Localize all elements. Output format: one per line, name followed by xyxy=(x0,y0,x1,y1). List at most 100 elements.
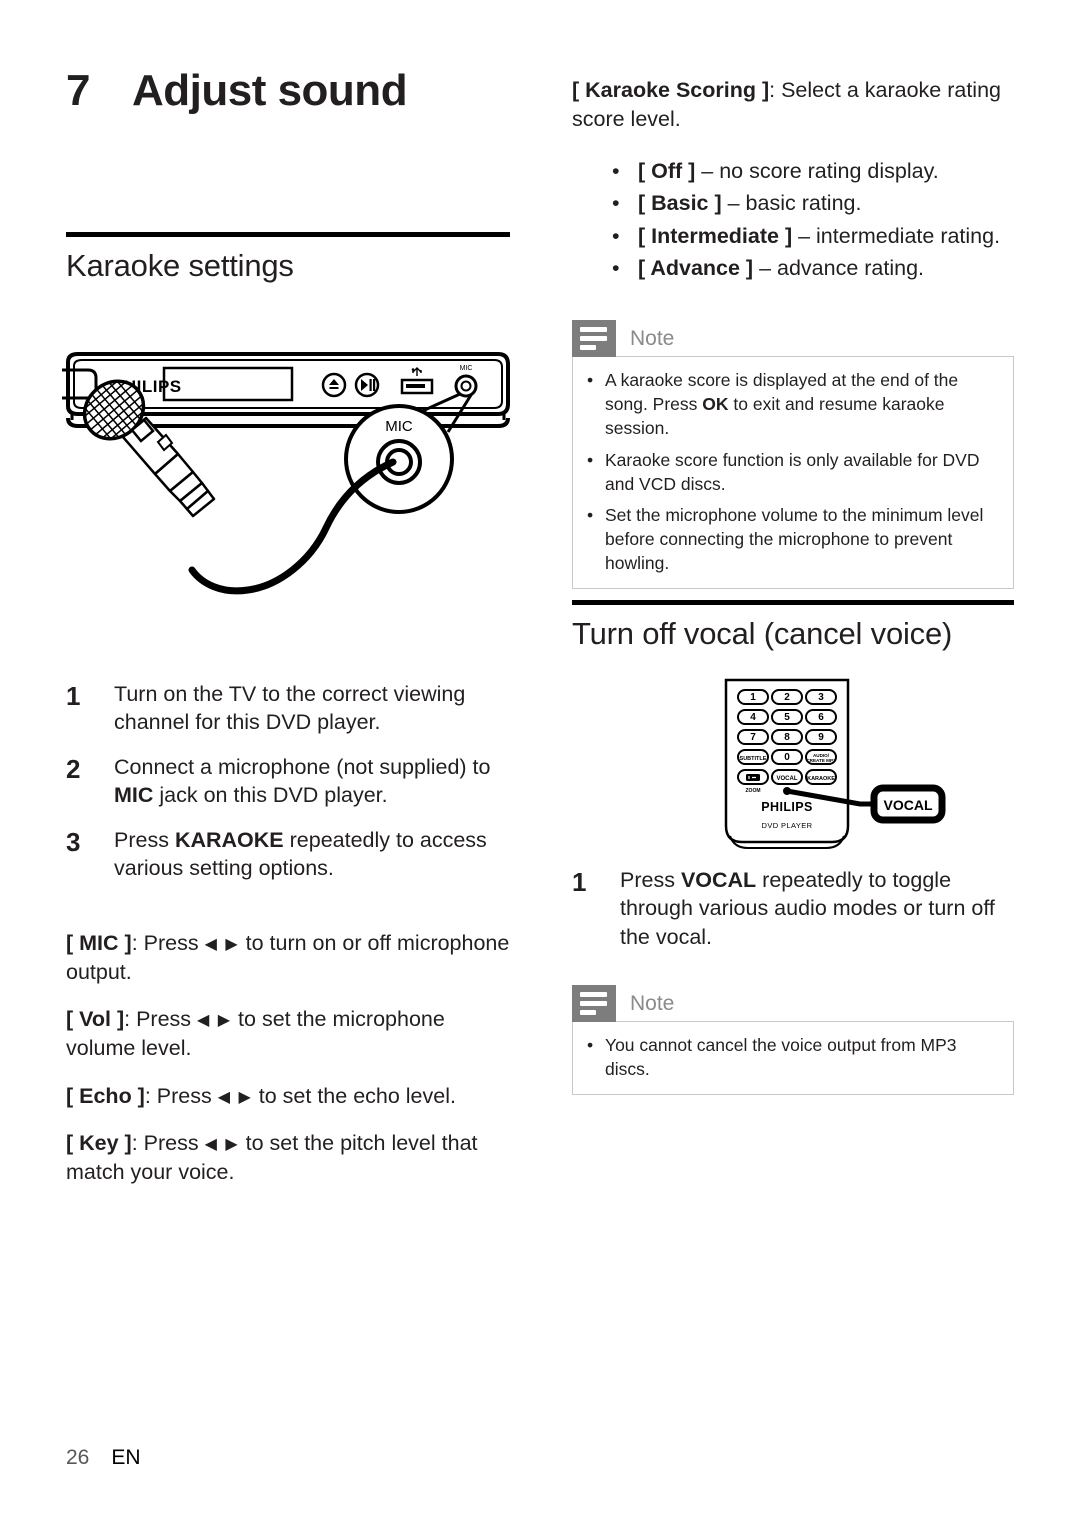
left-right-arrow-icon: ◀ ▶ xyxy=(204,936,240,954)
note-list-item: • Set the microphone volume to the minim… xyxy=(587,503,999,575)
bullet-icon: • xyxy=(587,504,594,525)
karaoke-scoring-paragraph: [ Karaoke Scoring ]: Select a karaoke ra… xyxy=(572,78,1001,131)
step-item: 1 Turn on the TV to the correct viewing … xyxy=(66,680,510,737)
remote-control-illustration: 1 2 3 4 5 6 7 8 9 SUBTITLE 0 AUDIO/CREAT… xyxy=(700,676,948,856)
option-paragraph-echo: [ Echo ]: Press ◀ ▶ to set the echo leve… xyxy=(66,1083,456,1108)
step-number: 1 xyxy=(66,681,81,711)
note-box-vocal: Note • You cannot cancel the voice outpu… xyxy=(572,985,1014,1096)
bullet-icon: • xyxy=(612,223,620,248)
note-list-item: • You cannot cancel the voice output fro… xyxy=(587,1033,999,1081)
bullet-icon: • xyxy=(612,255,620,280)
list-item-text: [ Off ] – no score rating display. xyxy=(638,159,939,184)
svg-text:4: 4 xyxy=(750,712,756,723)
note-header: Note xyxy=(572,320,1014,358)
note-item-text: You cannot cancel the voice output from … xyxy=(605,1035,957,1080)
remote-key-vocal[interactable]: VOCAL xyxy=(771,769,803,785)
vocal-callout: VOCAL xyxy=(870,784,946,824)
turn-off-vocal-section: Turn off vocal (cancel voice) xyxy=(572,600,1014,652)
remote-key-audio-create-mp3[interactable]: AUDIO/CREATE MP3 xyxy=(805,749,837,765)
language-code: EN xyxy=(111,1446,141,1469)
step-item: 1 Press VOCAL repeatedly to toggle throu… xyxy=(572,866,1014,951)
mic-jack-label: MIC xyxy=(460,365,473,372)
note-label: Note xyxy=(630,326,675,350)
step-number: 2 xyxy=(66,753,81,784)
mic-callout-label: MIC xyxy=(385,418,413,435)
device-connection-illustration: PHILIPS MIC MIC xyxy=(62,348,514,648)
step-text: Connect a microphone (not supplied) to M… xyxy=(114,754,491,808)
karaoke-scoring-key: [ Karaoke Scoring ] xyxy=(572,78,770,102)
svg-text:9: 9 xyxy=(818,732,824,743)
option-paragraph-vol: [ Vol ]: Press ◀ ▶ to set the microphone… xyxy=(66,1007,445,1061)
remote-zoom-label: ZOOM xyxy=(746,788,761,794)
step-keyword: KARAOKE xyxy=(174,827,284,852)
turn-off-vocal-content: 1 Press VOCAL repeatedly to toggle throu… xyxy=(572,866,1014,1096)
bullet-icon: • xyxy=(587,449,594,470)
svg-text:VOCAL: VOCAL xyxy=(777,776,798,782)
display-window xyxy=(162,366,294,402)
mic-jack-callout: MIC xyxy=(344,404,454,514)
section-rule-karaoke-settings xyxy=(66,232,510,237)
step-number: 1 xyxy=(572,867,587,897)
option-key: [ Vol ] xyxy=(66,1007,125,1032)
remote-key-subtitle[interactable]: SUBTITLE xyxy=(737,749,769,765)
bullet-icon: • xyxy=(612,191,620,216)
manual-page: 7 Adjust sound Karaoke settings PHILIPS xyxy=(0,0,1080,1527)
remote-key-karaoke[interactable]: KARAOKE xyxy=(805,769,837,785)
remote-key[interactable]: 7 xyxy=(737,729,769,745)
chapter-heading: 7 Adjust sound xyxy=(66,66,408,116)
remote-key[interactable]: 9 xyxy=(805,729,837,745)
section-heading-karaoke-settings: Karaoke settings xyxy=(66,248,294,283)
option-key: [ Key ] xyxy=(66,1131,132,1156)
remote-key[interactable]: 2 xyxy=(771,689,803,705)
svg-text:CREATE MP3: CREATE MP3 xyxy=(806,758,836,763)
remote-key[interactable]: 3 xyxy=(805,689,837,705)
step-keyword: VOCAL xyxy=(680,868,757,892)
svg-text:1: 1 xyxy=(750,692,756,703)
note-list-item: • A karaoke score is displayed at the en… xyxy=(587,368,999,440)
left-right-arrow-icon: ◀ ▶ xyxy=(217,1088,253,1106)
svg-text:2: 2 xyxy=(784,692,790,703)
svg-text:8: 8 xyxy=(784,732,790,743)
svg-text:0: 0 xyxy=(784,752,790,763)
microphone-cable xyxy=(188,458,397,595)
step-text: Turn on the TV to the correct viewing ch… xyxy=(114,682,466,735)
bullet-icon: • xyxy=(587,370,594,391)
option-paragraph-key: [ Key ]: Press ◀ ▶ to set the pitch leve… xyxy=(66,1131,478,1184)
remote-key[interactable]: 6 xyxy=(805,709,837,725)
karaoke-settings-steps: 1 Turn on the TV to the correct viewing … xyxy=(66,664,510,1186)
section-heading-turn-off-vocal: Turn off vocal (cancel voice) xyxy=(572,616,953,651)
page-number: 26 xyxy=(66,1446,90,1469)
remote-key[interactable]: 0 xyxy=(771,749,803,765)
svg-text:KARAOKE: KARAOKE xyxy=(807,776,835,782)
step-item: 3 Press KARAOKE repeatedly to access var… xyxy=(66,826,510,883)
svg-text:5: 5 xyxy=(784,712,790,723)
note-body: • You cannot cancel the voice output fro… xyxy=(572,1021,1014,1096)
option-paragraph-mic: [ MIC ]: Press ◀ ▶ to turn on or off mic… xyxy=(66,931,510,984)
remote-key[interactable]: 5 xyxy=(771,709,803,725)
note-header: Note xyxy=(572,985,1014,1023)
step-keyword: MIC xyxy=(114,783,154,808)
remote-key[interactable]: 8 xyxy=(771,729,803,745)
remote-key[interactable]: 4 xyxy=(737,709,769,725)
left-right-arrow-icon: ◀ ▶ xyxy=(197,1012,233,1030)
remote-brand-label: PHILIPS xyxy=(761,800,812,814)
svg-text:6: 6 xyxy=(818,712,824,723)
mic-jack-icon: MIC xyxy=(454,365,478,398)
option-key: [ MIC ] xyxy=(66,931,132,956)
remote-key[interactable]: 1 xyxy=(737,689,769,705)
list-item: • [ Off ] – no score rating display. xyxy=(612,155,1014,187)
list-item: • [ Advance ] – advance rating. xyxy=(612,252,1014,284)
note-body: • A karaoke score is displayed at the en… xyxy=(572,356,1014,590)
step-item: 2 Connect a microphone (not supplied) to… xyxy=(66,753,510,810)
remote-model-label: DVD PLAYER xyxy=(762,821,813,830)
section-rule-turn-off-vocal xyxy=(572,600,1014,605)
vocal-callout-label: VOCAL xyxy=(884,797,933,813)
list-item-text: [ Intermediate ] – intermediate rating. xyxy=(638,223,1001,248)
karaoke-scoring-options: • [ Off ] – no score rating display. • [… xyxy=(572,155,1014,284)
note-icon xyxy=(572,320,616,358)
play-pause-icon xyxy=(354,372,380,398)
list-item: • [ Intermediate ] – intermediate rating… xyxy=(612,220,1014,252)
svg-text:7: 7 xyxy=(750,732,756,743)
usb-icon xyxy=(400,367,434,395)
note-item-text: Set the microphone volume to the minimum… xyxy=(605,504,984,574)
